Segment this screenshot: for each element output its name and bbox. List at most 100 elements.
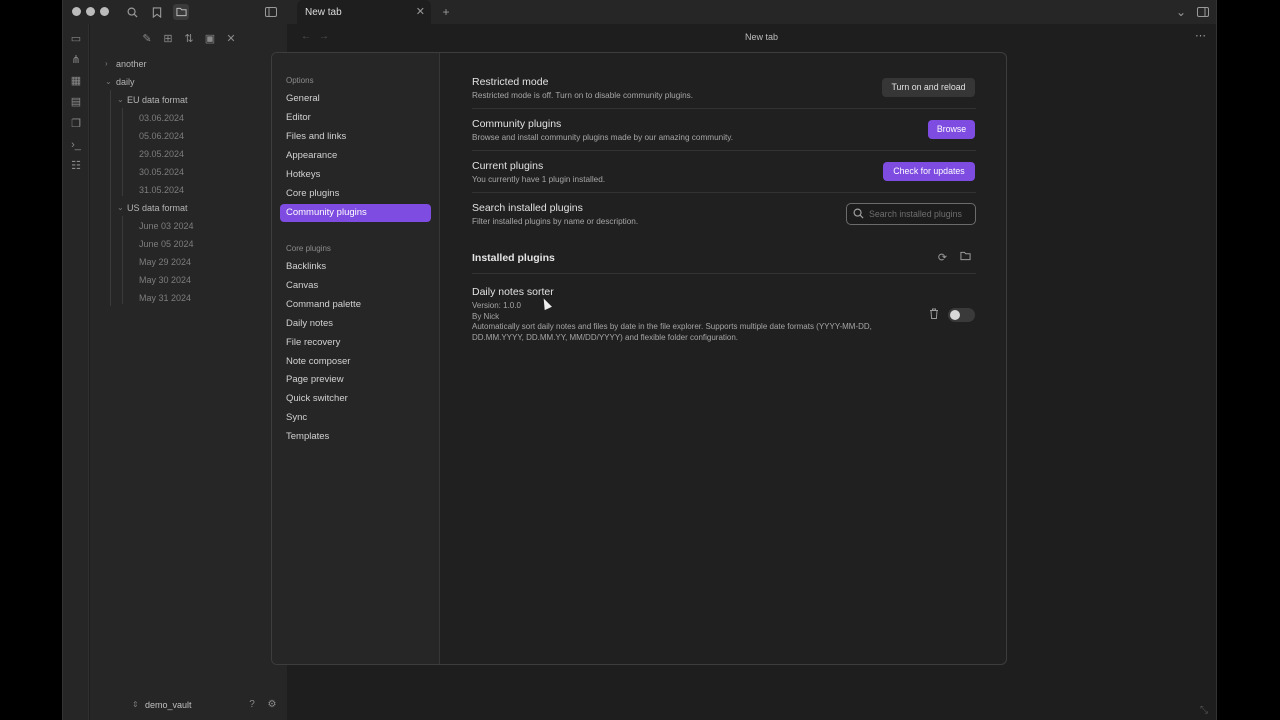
- plugin-item: Daily notes sorter Version: 1.0.0 By Nic…: [472, 286, 912, 343]
- tree-folder[interactable]: daily: [116, 77, 135, 87]
- open-folder-icon[interactable]: [959, 251, 972, 264]
- title-bar: New tab ✕ + ⌄: [63, 0, 1216, 24]
- tree-file[interactable]: June 05 2024: [139, 239, 194, 249]
- reload-icon[interactable]: ⟳: [936, 251, 949, 264]
- calendar-icon[interactable]: ▤: [70, 96, 82, 108]
- settings-item-core-plugins[interactable]: Core plugins: [280, 185, 431, 203]
- tree-file[interactable]: 29.05.2024: [139, 149, 184, 159]
- close-icon[interactable]: ✕: [416, 5, 425, 18]
- tree-file[interactable]: May 31 2024: [139, 293, 191, 303]
- core-plugins-heading: Core plugins: [286, 244, 331, 253]
- tree-folder[interactable]: another: [116, 59, 147, 69]
- tree-folder[interactable]: US data format: [127, 203, 188, 213]
- settings-item-sync[interactable]: Sync: [280, 409, 431, 427]
- list-icon[interactable]: ☷: [70, 160, 82, 172]
- tree-file[interactable]: May 29 2024: [139, 257, 191, 267]
- chevron-down-icon[interactable]: ⌄: [117, 95, 124, 104]
- settings-item-file-recovery[interactable]: File recovery: [280, 334, 431, 352]
- close-all-icon[interactable]: ✕: [224, 32, 238, 46]
- vault-switcher-icon[interactable]: ⇕: [132, 700, 139, 709]
- right-sidebar-toggle-icon[interactable]: [1195, 4, 1211, 20]
- close-window-button[interactable]: [72, 7, 81, 16]
- check-for-updates-button[interactable]: Check for updates: [883, 162, 975, 181]
- settings-content: Restricted mode Restricted mode is off. …: [440, 53, 1006, 664]
- tree-file[interactable]: May 30 2024: [139, 275, 191, 285]
- vault-name[interactable]: demo_vault: [145, 700, 192, 710]
- divider: [472, 192, 976, 193]
- settings-item-canvas[interactable]: Canvas: [280, 277, 431, 295]
- left-ribbon: ▭ ⋔ ▦ ▤ ❐ ›_ ☷: [63, 24, 89, 720]
- file-icon[interactable]: ▭: [70, 33, 82, 45]
- bookmark-icon[interactable]: [149, 4, 165, 20]
- settings-item-quick-switcher[interactable]: Quick switcher: [280, 390, 431, 408]
- plugin-description-line2: DD.MM.YYYY, DD.MM.YY, MM/DD/YYYY) and fl…: [472, 332, 739, 342]
- settings-item-community-plugins[interactable]: Community plugins: [280, 204, 431, 222]
- toggle-knob: [950, 310, 960, 320]
- tree-file[interactable]: 03.06.2024: [139, 113, 184, 123]
- trash-icon[interactable]: [928, 308, 940, 320]
- turn-on-and-reload-button[interactable]: Turn on and reload: [882, 78, 975, 97]
- divider: [472, 150, 976, 151]
- more-options-icon[interactable]: ⋯: [1195, 29, 1206, 42]
- divider: [472, 108, 976, 109]
- chevron-right-icon[interactable]: ›: [105, 59, 108, 68]
- tree-folder[interactable]: EU data format: [127, 95, 188, 105]
- chevron-down-icon[interactable]: ⌄: [1173, 4, 1189, 20]
- graph-icon[interactable]: ⋔: [70, 54, 82, 66]
- copy-icon[interactable]: ❐: [70, 118, 82, 130]
- settings-item-files-and-links[interactable]: Files and links: [280, 128, 431, 146]
- nav-arrows[interactable]: ←→: [301, 31, 337, 42]
- settings-item-general[interactable]: General: [280, 90, 431, 108]
- minimize-window-button[interactable]: [86, 7, 95, 16]
- search-installed-plugins-input[interactable]: [869, 206, 973, 222]
- folder-icon[interactable]: [173, 4, 189, 20]
- page-title: New tab: [745, 32, 779, 42]
- sidebar-toggle-icon[interactable]: [263, 4, 279, 20]
- new-folder-icon[interactable]: ⊞: [161, 32, 175, 46]
- tab-new-tab[interactable]: New tab ✕: [297, 0, 431, 24]
- search-icon[interactable]: [124, 4, 140, 20]
- settings-item-command-palette[interactable]: Command palette: [280, 296, 431, 314]
- tree-file[interactable]: 30.05.2024: [139, 167, 184, 177]
- settings-sidebar: Options General Editor Files and links A…: [272, 53, 440, 664]
- collapse-icon[interactable]: ▣: [203, 32, 217, 46]
- chevron-down-icon[interactable]: ⌄: [117, 203, 124, 212]
- new-note-icon[interactable]: ✎: [140, 32, 154, 46]
- terminal-icon[interactable]: ›_: [70, 139, 82, 151]
- sort-icon[interactable]: ⇅: [182, 32, 196, 46]
- plugin-name: Daily notes sorter: [472, 286, 554, 298]
- divider: [472, 273, 976, 274]
- search-box[interactable]: [846, 203, 976, 225]
- canvas-icon[interactable]: ▦: [70, 75, 82, 87]
- settings-item-appearance[interactable]: Appearance: [280, 147, 431, 165]
- tree-file[interactable]: 05.06.2024: [139, 131, 184, 141]
- settings-item-daily-notes[interactable]: Daily notes: [280, 315, 431, 333]
- settings-item-page-preview[interactable]: Page preview: [280, 371, 431, 389]
- settings-item-note-composer[interactable]: Note composer: [280, 353, 431, 371]
- help-icon[interactable]: ?: [246, 699, 258, 711]
- gear-icon[interactable]: ⚙: [266, 699, 278, 711]
- plugin-version: Version: 1.0.0: [472, 301, 521, 310]
- settings-item-hotkeys[interactable]: Hotkeys: [280, 166, 431, 184]
- plus-icon[interactable]: +: [438, 4, 454, 20]
- browse-button[interactable]: Browse: [928, 120, 975, 139]
- settings-item-backlinks[interactable]: Backlinks: [280, 258, 431, 276]
- plugin-author: By Nick: [472, 311, 500, 321]
- community-plugins-setting: Community plugins Browse and install com…: [472, 118, 976, 142]
- maximize-window-button[interactable]: [100, 7, 109, 16]
- tree-file[interactable]: June 03 2024: [139, 221, 194, 231]
- installed-plugins-heading: Installed plugins: [472, 252, 555, 264]
- setting-title: Community plugins: [472, 118, 562, 130]
- file-explorer: ✎ ⊞ ⇅ ▣ ✕ › another ⌄ daily ⌄ EU data fo…: [90, 24, 287, 720]
- plugin-description-line1: Automatically sort daily notes and files…: [472, 322, 872, 331]
- tree-guide: [122, 108, 123, 196]
- settings-item-templates[interactable]: Templates: [280, 428, 431, 446]
- plugin-enable-toggle[interactable]: [948, 308, 975, 322]
- tree-file[interactable]: 31.05.2024: [139, 185, 184, 195]
- setting-description: Browse and install community plugins mad…: [472, 133, 734, 142]
- chevron-down-icon[interactable]: ⌄: [105, 77, 112, 86]
- search-icon: [853, 208, 864, 219]
- settings-item-editor[interactable]: Editor: [280, 109, 431, 127]
- tree-guide: [122, 216, 123, 304]
